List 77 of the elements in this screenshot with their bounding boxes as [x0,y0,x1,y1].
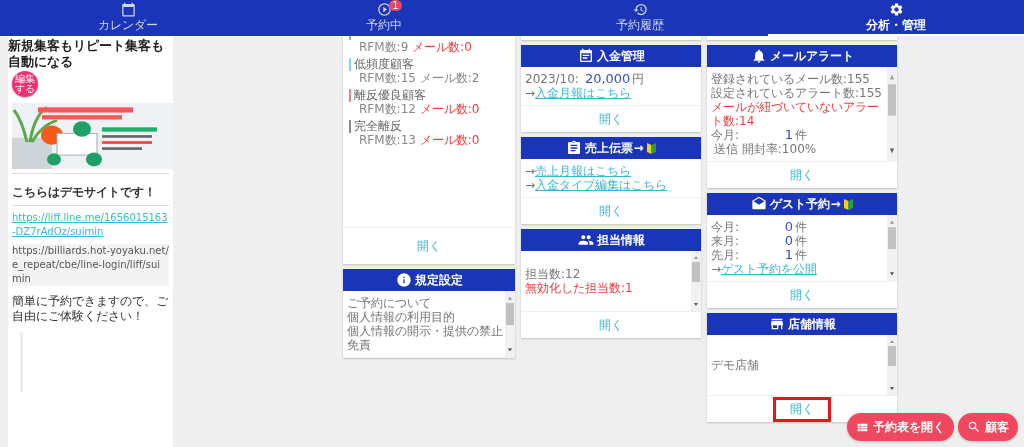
amount-value: 0 [783,234,794,248]
info-text: 登録されているメール数:155 [711,72,871,86]
welcome-text: 簡単に予約できますので、ご自由にご体験ください！ [12,294,169,324]
segment-stats: RFM数:9 メール数:0 [358,41,473,54]
search-icon [967,420,981,434]
unit-label: 件 [795,220,807,234]
card-title: 担当情報 [596,231,645,249]
scrollbar[interactable] [505,291,515,357]
settings-icon [888,2,904,17]
info-text: 免責 [347,338,372,352]
warning-text: 無効化した担当数:1 [525,281,634,295]
store-icon [768,316,785,332]
nav-tab[interactable]: 予約履歴 [512,0,768,36]
unit-label: 件 [795,234,807,248]
period-label: 先月: [711,248,741,262]
segment-name: 低頻度顧客 [349,58,515,71]
clipboard-icon [566,140,583,156]
calendar-icon [120,2,136,17]
info-text: デモ店舗 [711,358,760,372]
floating-button[interactable]: 予約表を開く [847,413,954,441]
people-icon [577,232,594,248]
card-title: 売上伝票→ [585,139,644,157]
info-text: 担当数:12 [525,267,582,281]
segment-name: 完全離反 [349,120,515,133]
info-icon [395,272,412,288]
text-link[interactable]: 売上月報はこちら [535,164,632,178]
line-link[interactable]: https://liff.line.me/1656015163-DZ7rAdOz/suimin [12,211,169,239]
open-button[interactable]: 開く [773,396,831,422]
url-text: https://billiards.hot-yoyaku.net/e_repeat/cbe/line-login/liff/suimin [12,244,169,286]
segment-stats: RFM数:12 メール数:0 [358,103,481,116]
arrow-text: → [525,178,536,192]
blog-title: 新規集客もリピート集客も自動になる [8,38,165,70]
card-title: 店舗情報 [787,315,836,333]
notification-badge: 1 [389,0,402,11]
text-link[interactable]: ゲスト予約を公開 [721,262,818,276]
amount-value: 20,000 [583,72,632,86]
scrollbar[interactable] [887,215,897,281]
segment-name: 離反優良顧客 [349,89,515,102]
arrow-text: → [711,262,722,276]
period-label: 今月: [711,128,741,142]
unit-label: 件 [795,248,807,262]
floating-button[interactable]: 顧客 [958,413,1018,441]
play-icon [376,2,392,17]
scrollbar[interactable] [887,67,897,161]
amount-value: 1 [783,248,793,262]
envelope-icon [751,196,768,212]
warning-text: メールが紐づいていないアラート数:14 [711,100,880,128]
amount-value: 1 [783,128,794,142]
history-icon [632,2,648,17]
card-title: メールアラート [769,47,854,65]
info-text: 設定されているアラート数:155 [711,86,883,100]
card-title: 規定設定 [414,271,463,289]
calendar-note-icon [577,48,594,64]
segment-stats: RFM数:13 メール数:0 [358,134,481,147]
edit-badge[interactable]: 編集する [12,71,38,97]
unit-label: 円 [632,72,645,86]
info-text: ご予約について [347,296,432,310]
text-link[interactable]: 入金タイプ編集はこちら [535,178,668,192]
period-label: 2023/10: [525,72,579,86]
amount-value: 0 [783,220,794,234]
text-link[interactable]: 入金月報はこちら [535,86,632,100]
arrow-text: → [525,164,536,178]
unit-label: 件 [795,128,807,142]
nav-tab[interactable]: 1 予約中 [256,0,512,36]
scrollbar[interactable] [691,251,701,311]
info-text: 個人情報の開示・提供の禁止 [347,324,503,338]
stats-text: 送信 開封率:100% [714,142,817,156]
arrow-text: → [525,86,536,100]
nav-tab[interactable]: カレンダー [0,0,256,36]
info-text: 個人情報の利用目的 [347,310,456,324]
card-title: 入金管理 [596,47,645,65]
section-heading: こちらはデモサイトです！ [12,184,169,206]
period-label: 来月: [711,234,741,248]
scrollbar[interactable] [887,335,897,395]
period-label: 今月: [711,220,741,234]
segment-stats: RFM数:15 メール数:2 [358,72,481,85]
card-title: ゲスト予約→ [770,195,841,213]
